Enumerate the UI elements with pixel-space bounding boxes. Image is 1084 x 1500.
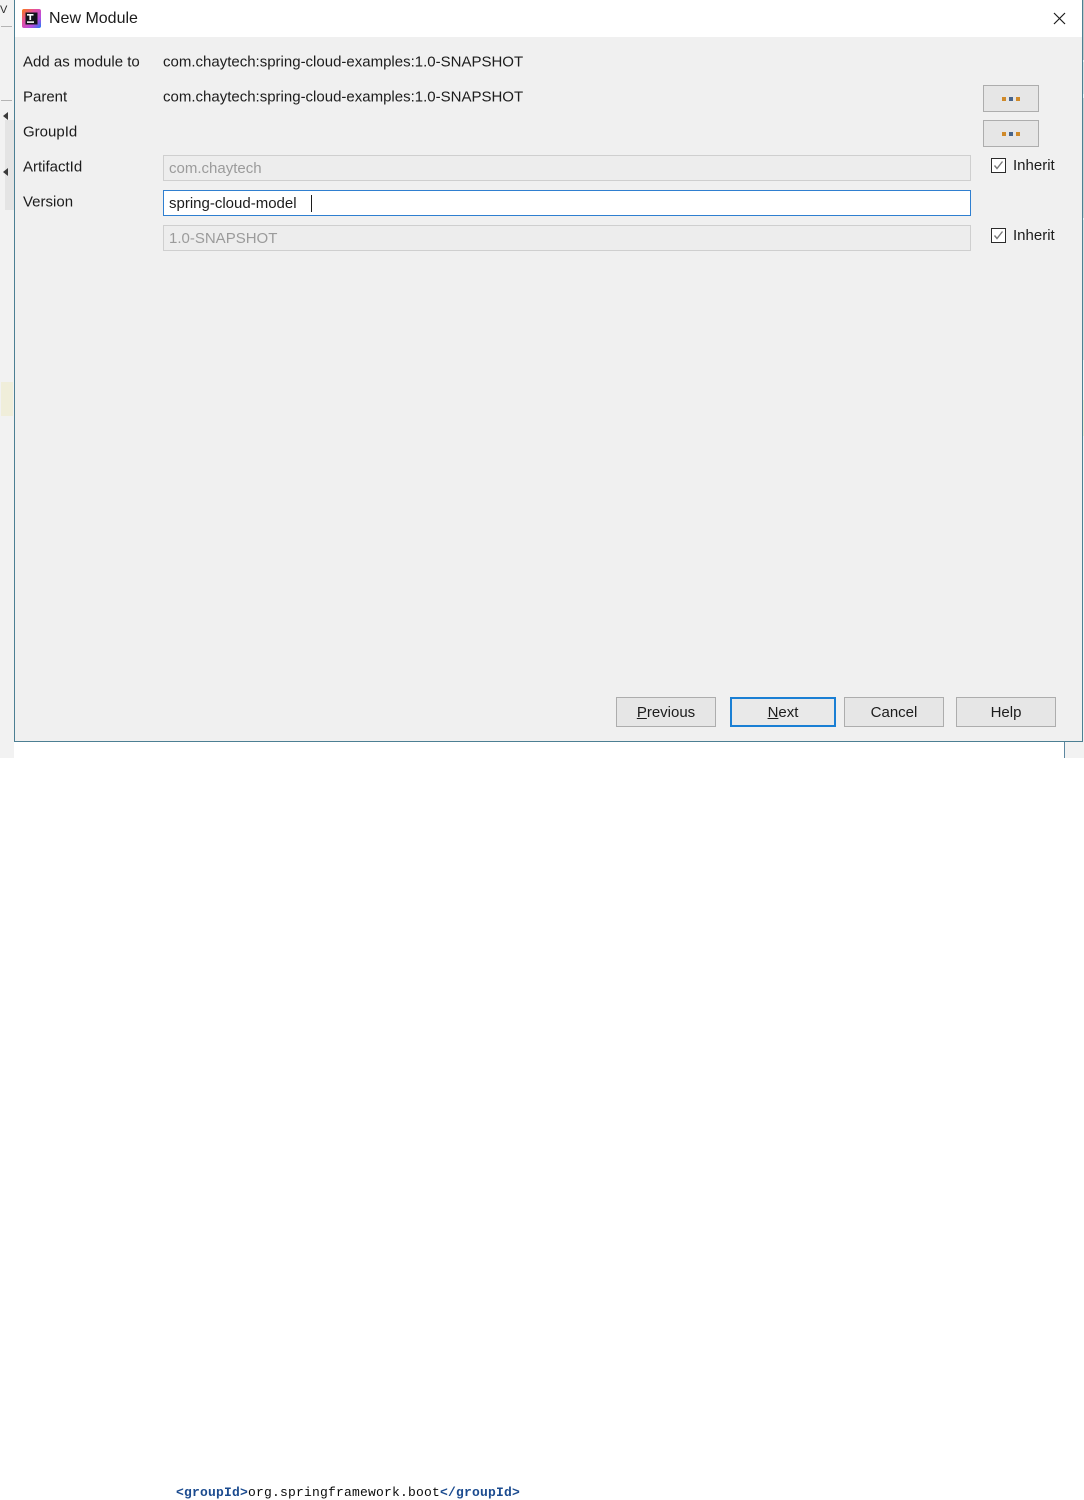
form-row-parent: Parent com.chaytech:spring-cloud-example… [15,82,1082,112]
form-row-artifactid: ArtifactId [15,152,1082,182]
collapse-arrow-icon[interactable] [3,168,8,176]
label-groupid: GroupId [23,123,78,141]
ide-left-divider [1,26,12,27]
ide-left-tab-label[interactable]: V [0,4,13,16]
ide-left-divider [1,100,12,101]
previous-button[interactable]: Previous [616,697,716,727]
ide-code-line: <groupId>org.springframework.boot</group… [176,1485,520,1500]
label-parent: Parent [23,88,68,106]
label-artifactid: ArtifactId [23,158,83,176]
form-row-groupid: GroupId [15,117,1082,147]
ide-left-panel-shade [5,120,14,210]
dialog-titlebar: New Module [15,0,1082,37]
form-row-add-as-module-to: Add as module to com.chaytech:spring-clo… [15,47,1082,77]
value-add-as-module-to: com.chaytech:spring-cloud-examples:1.0-S… [163,53,524,71]
cancel-button[interactable]: Cancel [844,697,944,727]
next-label-rest: ext [778,703,799,721]
dialog-button-bar: Previous Next Cancel Help [15,697,1082,727]
version-input[interactable] [163,225,971,251]
checkbox-icon[interactable] [991,228,1006,243]
next-mnemonic: N [767,703,779,721]
code-open-tag: <groupId> [176,1485,249,1500]
intellij-idea-icon [22,9,41,28]
collapse-arrow-icon[interactable] [3,112,8,120]
value-parent: com.chaytech:spring-cloud-examples:1.0-S… [163,88,524,106]
ide-left-highlight [1,382,13,416]
label-add-as-module-to: Add as module to [23,53,140,71]
new-module-dialog: New Module Add as module to com.chaytech… [14,0,1083,742]
dialog-body: Add as module to com.chaytech:spring-clo… [15,37,1082,741]
inherit-checkbox-version[interactable]: Inherit [991,227,1055,244]
code-text: org.springframework.boot [248,1485,441,1500]
previous-mnemonic: P [636,703,647,721]
form-row-version: Version [15,187,1082,217]
previous-label-rest: revious [646,703,696,721]
ide-editor-bottom-area: <groupId>org.springframework.boot</group… [14,740,1084,1500]
inherit-label-version: Inherit [1013,227,1055,244]
ide-left-toolwindow-strip: V [0,0,15,758]
next-button[interactable]: Next [730,697,836,727]
label-version: Version [23,193,74,211]
code-close-tag: </groupId> [440,1485,521,1500]
close-icon[interactable] [1036,0,1082,36]
help-button[interactable]: Help [956,697,1056,727]
dialog-title: New Module [49,10,138,27]
